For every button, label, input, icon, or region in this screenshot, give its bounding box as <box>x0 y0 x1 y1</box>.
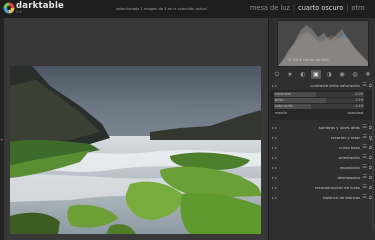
power-icon[interactable]: ⏻ <box>272 70 282 79</box>
presets-menu-icon[interactable]: ☰ <box>363 164 367 170</box>
module-group-tabs: ⏻ ★ ◐ ▣ ◑ ◉ ◍ ❖ <box>271 70 373 79</box>
seascape-photo <box>10 66 261 234</box>
module-controls-icon[interactable]: ▸▸ <box>272 145 278 150</box>
correct-icon[interactable]: ◉ <box>337 70 347 79</box>
module-name: sombras y luces altas <box>318 125 360 130</box>
module-header-crop-rotate[interactable]: ▸▸ recortar y rotar ☰ ⏻ <box>270 134 372 142</box>
app-name: darktable <box>16 1 65 11</box>
module-name: curva base <box>339 145 360 150</box>
module-header-demosaic[interactable]: ▸▸ desmosaico ☰ ⏻ <box>270 174 372 182</box>
presets-menu-icon[interactable]: ☰ <box>363 124 367 130</box>
module-header-exposure[interactable]: ▸▸ exposición ☰ ⏻ <box>270 164 372 172</box>
slider-label: brillo <box>275 98 284 102</box>
slider-value: 0.16 <box>355 98 363 102</box>
module-name: contraste brillo saturación <box>310 83 360 88</box>
top-bar: darktable 2.6 seleccionada 1 imagen de 4… <box>0 0 375 19</box>
presets-menu-icon[interactable]: ☰ <box>363 194 367 200</box>
module-header-white-balance[interactable]: ▸▸ balance de blancos ☰ ⏻ <box>270 194 372 202</box>
tone-icon[interactable]: ▣ <box>311 70 321 79</box>
darktable-logo-icon <box>3 2 15 14</box>
app-version: 2.6 <box>16 10 22 14</box>
exif-info: 1/ F/5.6 14mm iso 800 <box>288 58 329 62</box>
image-selection-info: seleccionada 1 imagen de 4 en la colecci… <box>116 7 207 11</box>
presets-menu-icon[interactable]: ☰ <box>363 174 367 180</box>
module-controls-icon[interactable]: ▸▸ <box>272 165 278 170</box>
view-switcher: mesa de luz | cuarto oscuro | otro <box>250 4 365 12</box>
slider-value: -0.06 <box>354 92 363 96</box>
view-separator: | <box>346 4 349 12</box>
module-controls-icon[interactable]: ▸▸ <box>272 125 278 130</box>
blend-mode-row[interactable]: mezcla opacidad <box>274 111 364 117</box>
view-separator: | <box>292 4 296 12</box>
collapse-right-panel-icon[interactable]: ▸ <box>370 137 373 143</box>
module-name: recortar y rotar <box>331 135 360 140</box>
module-controls-icon[interactable]: ▸▸ <box>272 155 278 160</box>
blend-mode-label: mezcla <box>275 111 288 115</box>
module-controls-icon[interactable]: ▸▸ <box>272 135 278 140</box>
module-header-base-curve[interactable]: ▸▸ curva base ☰ ⏻ <box>270 144 372 152</box>
presets-menu-icon[interactable]: ☰ <box>363 184 367 190</box>
slider-contrast[interactable]: contraste -0.06 <box>274 92 364 97</box>
module-header-shadows-highlights[interactable]: ▸▸ sombras y luces altas ☰ ⏻ <box>270 124 372 132</box>
expand-left-panel-icon[interactable]: ◂ <box>0 137 3 143</box>
module-header-contrast[interactable]: ▸▸ contraste brillo saturación ☰ ⏻ <box>270 82 372 90</box>
presets-icon[interactable]: ❖ <box>363 70 373 79</box>
module-controls-icon[interactable]: ▸▸ <box>272 83 278 88</box>
module-controls-icon[interactable]: ▸▸ <box>272 185 278 190</box>
module-header-highlight-reconstruction[interactable]: ▸▸ reconstrucción de luces ☰ ⏻ <box>270 184 372 192</box>
slider-saturation[interactable]: saturación -0.18 <box>274 104 364 109</box>
slider-value: -0.18 <box>354 104 363 108</box>
color-icon[interactable]: ◑ <box>324 70 334 79</box>
presets-menu-icon[interactable]: ☰ <box>363 134 367 140</box>
view-lighttable[interactable]: mesa de luz <box>250 4 290 12</box>
module-header-orientation[interactable]: ▸▸ orientación ☰ ⏻ <box>270 154 372 162</box>
module-name: balance de blancos <box>323 195 360 200</box>
module-scrollbar[interactable] <box>372 80 374 230</box>
module-controls-icon[interactable]: ▸▸ <box>272 175 278 180</box>
slider-label: contraste <box>275 92 292 96</box>
module-name: reconstrucción de luces <box>314 185 360 190</box>
view-darkroom[interactable]: cuarto oscuro <box>298 4 343 12</box>
presets-menu-icon[interactable]: ☰ <box>363 82 367 88</box>
basic-icon[interactable]: ◐ <box>298 70 308 79</box>
module-name: exposición <box>339 165 360 170</box>
image-preview[interactable] <box>10 66 261 234</box>
presets-menu-icon[interactable]: ☰ <box>363 144 367 150</box>
view-other[interactable]: otro <box>352 4 365 12</box>
presets-menu-icon[interactable]: ☰ <box>363 154 367 160</box>
module-controls-icon[interactable]: ▸▸ <box>272 195 278 200</box>
blend-mode-value[interactable]: opacidad <box>348 111 364 115</box>
module-name: orientación <box>338 155 360 160</box>
slider-label: saturación <box>275 104 293 108</box>
module-name: desmosaico <box>337 175 360 180</box>
slider-brightness[interactable]: brillo 0.16 <box>274 98 364 103</box>
favorites-icon[interactable]: ★ <box>285 70 295 79</box>
effect-icon[interactable]: ◍ <box>350 70 360 79</box>
